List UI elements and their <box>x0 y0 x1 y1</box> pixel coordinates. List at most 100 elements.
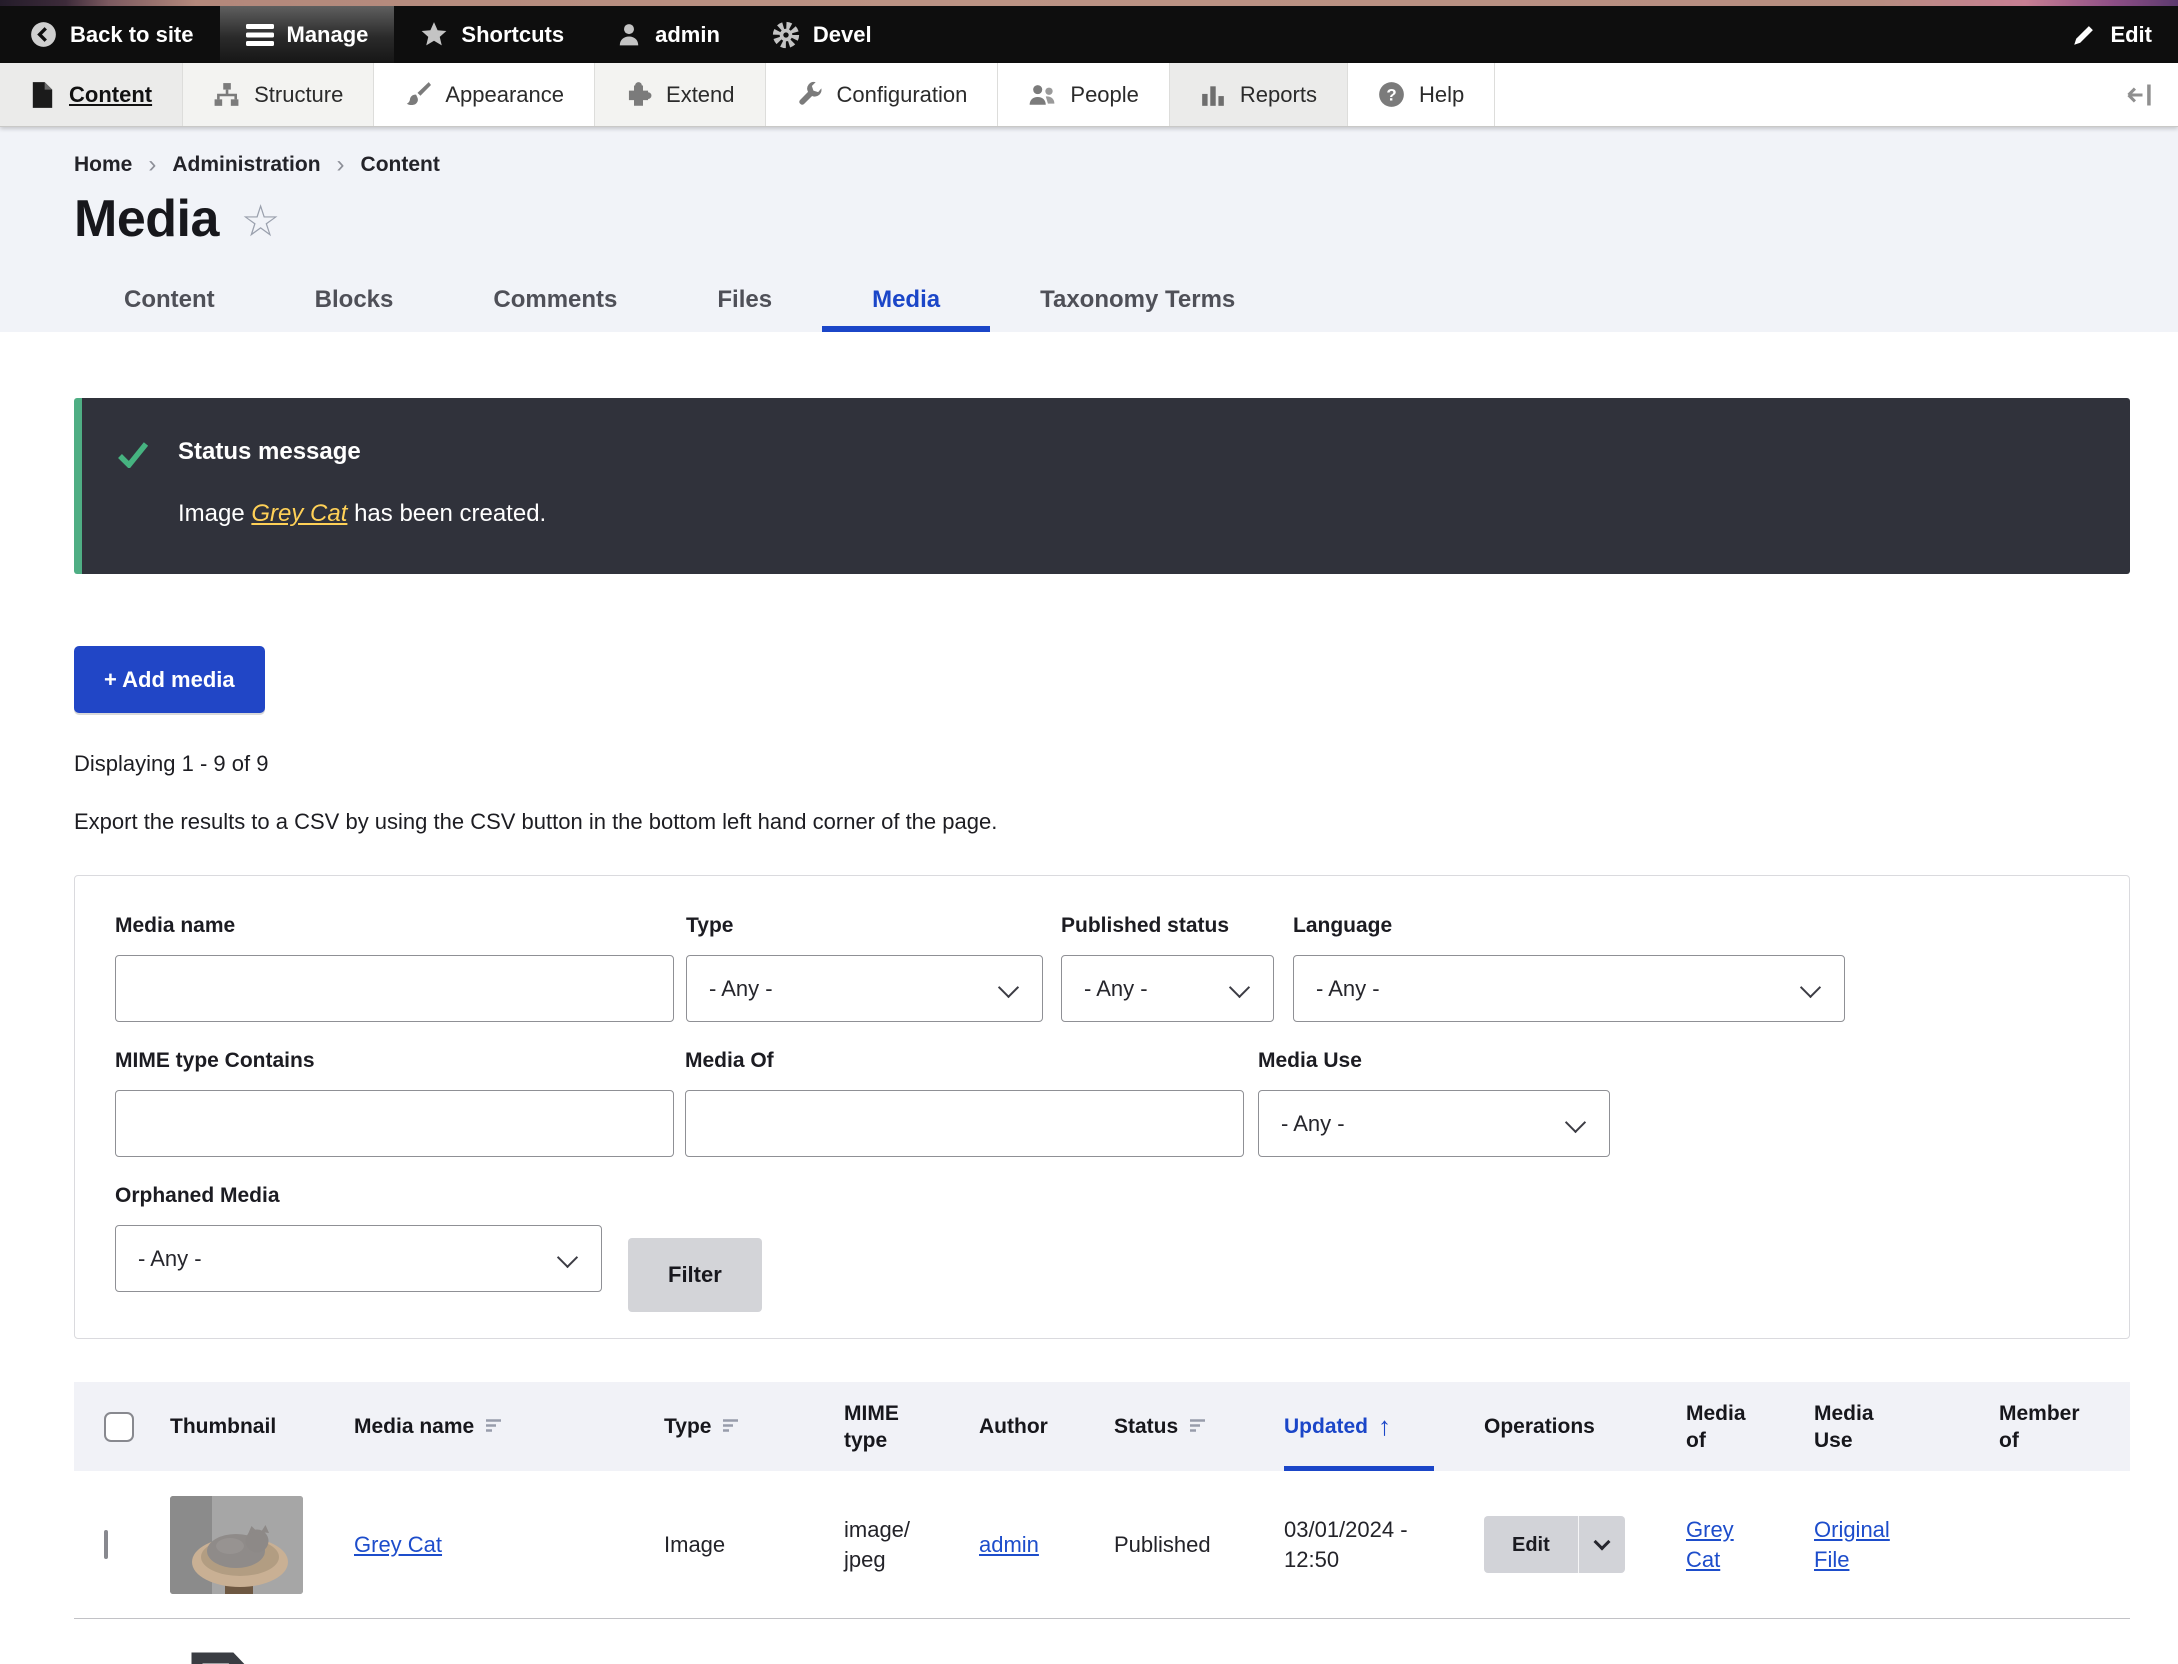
language-select[interactable]: - Any - <box>1293 955 1845 1022</box>
col-header-type[interactable]: Type <box>650 1382 830 1471</box>
dropdown-toggle[interactable] <box>1579 1516 1625 1573</box>
tray-item-configuration[interactable]: Configuration <box>766 63 999 126</box>
csv-export-note: Export the results to a CSV by using the… <box>74 809 2130 835</box>
edit-mode-button[interactable]: Edit <box>2045 6 2178 63</box>
media-use-link[interactable]: Original File <box>1814 1515 1898 1575</box>
star-icon <box>420 21 448 48</box>
status-text-prefix: Image <box>178 500 251 527</box>
edit-dropdown-button[interactable]: Edit <box>1484 1516 1625 1573</box>
chevron-down-icon <box>1565 1112 1586 1133</box>
page-title: Media <box>74 189 219 249</box>
button-divider <box>1578 1516 1579 1573</box>
help-icon: ? <box>1378 81 1405 108</box>
row-checkbox[interactable] <box>104 1530 108 1559</box>
manage-menu-button[interactable]: Manage <box>220 6 395 63</box>
tab-media[interactable]: Media <box>822 274 990 332</box>
updated-cell: 03/01/2024 - 12:50 <box>1284 1515 1448 1575</box>
tray-item-extend[interactable]: Extend <box>595 63 766 126</box>
col-header-media-name[interactable]: Media name <box>340 1382 650 1471</box>
tray-collapse-icon[interactable] <box>2100 63 2178 126</box>
breadcrumb-content[interactable]: Content <box>361 153 440 177</box>
grey-cat-link[interactable]: Grey Cat <box>251 500 347 527</box>
status-message-title: Status message <box>178 438 546 466</box>
devel-label: Devel <box>813 22 872 48</box>
col-header-mime-type: MIME type <box>830 1382 965 1471</box>
tray-item-reports[interactable]: Reports <box>1170 63 1348 126</box>
breadcrumb-separator: › <box>337 151 345 179</box>
table-row: S_____ d'\00'_0 Extracted content/ 03/01… <box>74 1619 2130 1664</box>
orphaned-media-value: - Any - <box>138 1246 202 1272</box>
tab-files[interactable]: Files <box>667 274 822 332</box>
chevron-down-icon <box>1593 1534 1610 1551</box>
mime-type-input[interactable] <box>115 1090 674 1157</box>
media-name-link[interactable]: Grey Cat <box>354 1532 442 1557</box>
tab-bar: Content Blocks Comments Files Media Taxo… <box>74 274 2178 332</box>
author-link[interactable]: admin <box>979 1532 1039 1557</box>
tray-item-structure[interactable]: Structure <box>183 63 374 126</box>
orphaned-media-select[interactable]: - Any - <box>115 1225 602 1292</box>
add-media-button[interactable]: + Add media <box>74 646 265 713</box>
svg-text:?: ? <box>1386 86 1396 105</box>
col-header-updated[interactable]: Updated ↑ <box>1270 1382 1470 1471</box>
tray-label-extend: Extend <box>666 82 735 108</box>
col-header-media-use: Media Use <box>1800 1382 1985 1471</box>
wrench-icon <box>796 81 823 108</box>
table-row: Grey Cat Image image/jpeg admin Publishe… <box>74 1471 2130 1618</box>
people-icon <box>1028 82 1056 108</box>
user-icon <box>616 21 642 48</box>
shortcuts-label: Shortcuts <box>461 22 564 48</box>
col-header-status[interactable]: Status <box>1100 1382 1270 1471</box>
media-of-input[interactable] <box>685 1090 1244 1157</box>
tray-item-people[interactable]: People <box>998 63 1170 126</box>
mime-type-label: MIME type Contains <box>115 1049 674 1073</box>
document-icon[interactable] <box>188 1651 262 1664</box>
devel-menu-button[interactable]: Devel <box>746 6 898 63</box>
select-all-checkbox[interactable] <box>104 1412 134 1442</box>
tray-label-reports: Reports <box>1240 82 1317 108</box>
media-use-select[interactable]: - Any - <box>1258 1090 1610 1157</box>
media-table: Thumbnail Media name Type MIME type Auth… <box>74 1382 2130 1664</box>
tab-blocks[interactable]: Blocks <box>265 274 444 332</box>
chevron-down-icon <box>1229 977 1250 998</box>
tab-taxonomy-terms[interactable]: Taxonomy Terms <box>990 274 1285 332</box>
tray-item-help[interactable]: ? Help <box>1348 63 1495 126</box>
breadcrumb-administration[interactable]: Administration <box>172 153 320 177</box>
language-select-value: - Any - <box>1316 976 1380 1002</box>
back-to-site-button[interactable]: Back to site <box>0 6 220 63</box>
media-use-value: - Any - <box>1281 1111 1345 1137</box>
page-header: Home › Administration › Content Media ☆ … <box>0 127 2178 332</box>
user-menu-button[interactable]: admin <box>590 6 746 63</box>
media-of-link[interactable]: Grey Cat <box>1686 1515 1748 1575</box>
filter-button[interactable]: Filter <box>628 1238 762 1312</box>
sort-ascending-arrow-icon: ↑ <box>1378 1413 1391 1440</box>
hamburger-icon <box>246 23 274 47</box>
tray-label-appearance: Appearance <box>445 82 564 108</box>
edit-mode-label: Edit <box>2110 22 2152 48</box>
pencil-icon <box>2071 22 2097 48</box>
media-use-label: Media Use <box>1258 1049 1610 1073</box>
breadcrumb: Home › Administration › Content <box>74 151 2178 179</box>
published-status-select[interactable]: - Any - <box>1061 955 1274 1022</box>
type-label: Type <box>686 914 1043 938</box>
chevron-down-icon <box>557 1247 578 1268</box>
shortcuts-button[interactable]: Shortcuts <box>394 6 590 63</box>
tab-content[interactable]: Content <box>74 274 265 332</box>
puzzle-icon <box>625 81 652 108</box>
table-header-row: Thumbnail Media name Type MIME type Auth… <box>74 1382 2130 1471</box>
bookmark-star-icon[interactable]: ☆ <box>241 200 280 244</box>
type-select[interactable]: - Any - <box>686 955 1043 1022</box>
status-message: Status message Image Grey Cat has been c… <box>74 398 2130 574</box>
col-header-thumbnail: Thumbnail <box>156 1382 340 1471</box>
type-select-value: - Any - <box>709 976 773 1002</box>
back-icon <box>30 21 57 48</box>
tray-item-content[interactable]: Content <box>0 63 183 126</box>
tray-label-help: Help <box>1419 82 1464 108</box>
breadcrumb-home[interactable]: Home <box>74 153 132 177</box>
thumbnail-image[interactable] <box>170 1496 303 1594</box>
tab-comments[interactable]: Comments <box>443 274 667 332</box>
tray-item-appearance[interactable]: Appearance <box>374 63 595 126</box>
media-name-input[interactable] <box>115 955 674 1022</box>
result-count: Displaying 1 - 9 of 9 <box>74 751 2130 777</box>
col-header-media-of: Media of <box>1672 1382 1800 1471</box>
checkmark-icon <box>118 442 148 528</box>
